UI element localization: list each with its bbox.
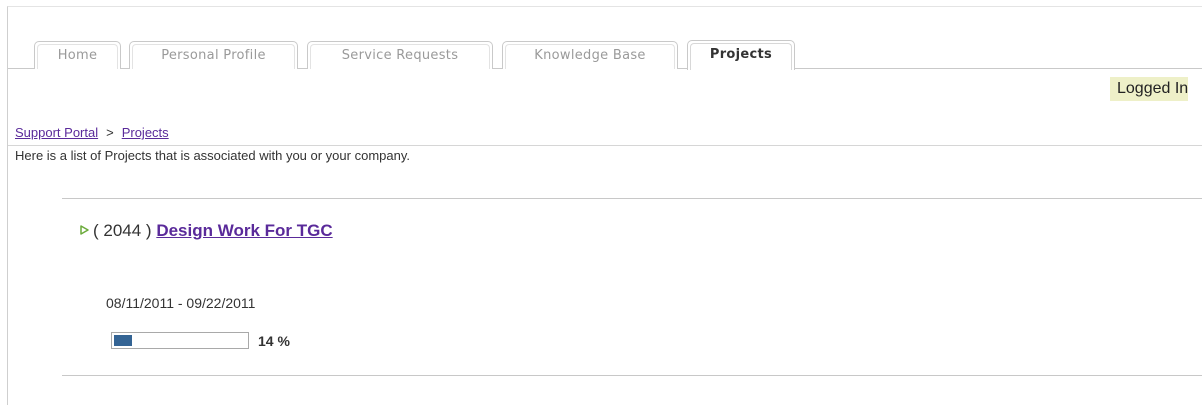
project-list-top-divider	[62, 198, 1202, 199]
project-id: ( 2044 )	[93, 221, 152, 240]
tab-knowledge-base[interactable]: Knowledge Base	[502, 41, 678, 69]
breadcrumb-link-projects[interactable]: Projects	[122, 125, 169, 140]
breadcrumb-divider	[8, 145, 1202, 146]
project-header: ( 2044 ) Design Work For TGC	[80, 218, 333, 243]
tab-personal-profile[interactable]: Personal Profile	[129, 41, 298, 69]
intro-text: Here is a list of Projects that is assoc…	[15, 148, 410, 163]
breadcrumb: Support Portal > Projects	[15, 125, 169, 141]
project-list-bottom-divider	[62, 375, 1202, 376]
project-progress-fill	[114, 335, 132, 346]
logged-in-status: Logged In	[1110, 77, 1189, 101]
tab-bar: Home Personal Profile Service Requests K…	[0, 0, 1202, 70]
project-progress-label: 14 %	[258, 333, 290, 349]
breadcrumb-link-support-portal[interactable]: Support Portal	[15, 125, 98, 140]
tab-projects[interactable]: Projects	[687, 40, 795, 70]
tab-home[interactable]: Home	[34, 41, 121, 69]
play-triangle-icon[interactable]	[80, 218, 89, 235]
tab-service-requests[interactable]: Service Requests	[307, 41, 493, 69]
project-title-link[interactable]: Design Work For TGC	[156, 221, 332, 240]
breadcrumb-separator: >	[106, 125, 114, 140]
project-date-range: 08/11/2011 - 09/22/2011	[106, 295, 256, 311]
project-progress-bar	[111, 332, 249, 349]
